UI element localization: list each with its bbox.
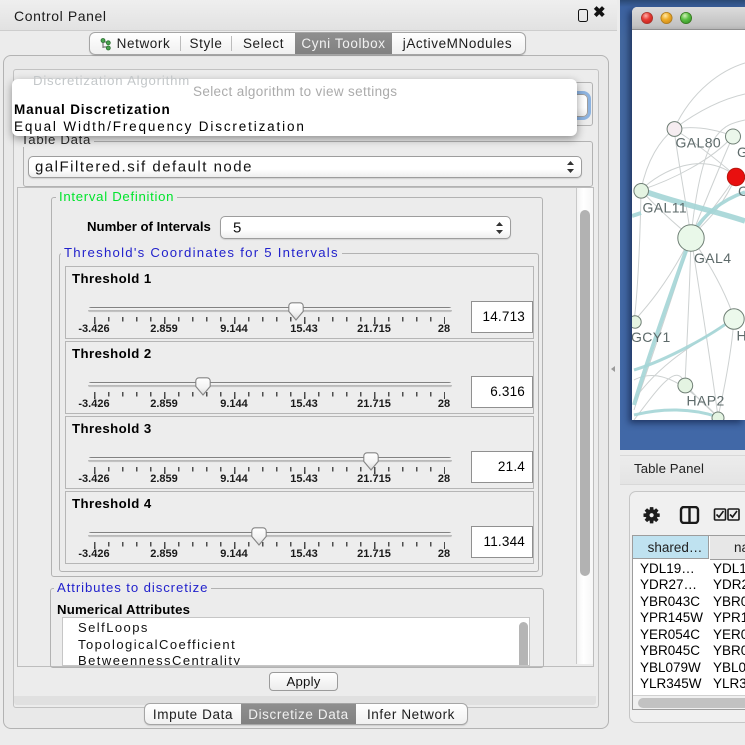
- svg-text:GAL11: GAL11: [643, 200, 688, 216]
- svg-text:HAP2: HAP2: [687, 393, 725, 409]
- svg-text:GAL4: GAL4: [694, 250, 731, 266]
- svg-text:GA: GA: [737, 144, 745, 160]
- svg-text:C: C: [738, 183, 745, 199]
- svg-text:GAL80: GAL80: [676, 135, 722, 151]
- svg-text:GCY1: GCY1: [632, 329, 671, 345]
- svg-text:H: H: [737, 328, 745, 344]
